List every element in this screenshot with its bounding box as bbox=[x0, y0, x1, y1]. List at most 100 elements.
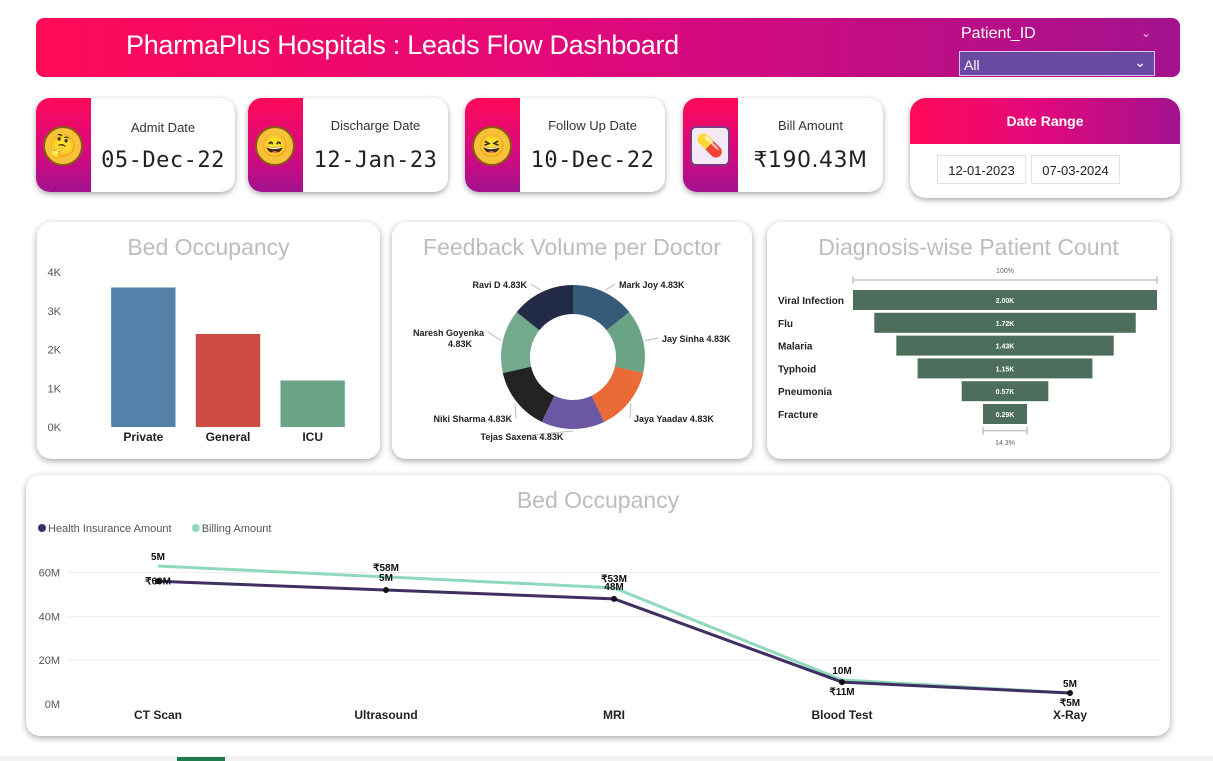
x-tick-label: CT Scan bbox=[134, 708, 182, 722]
slice-label: Jaya Yaadav 4.83K bbox=[634, 414, 714, 424]
funnel-value-label: 0.29K bbox=[996, 412, 1015, 419]
slice-label: Tejas Saxena 4.83K bbox=[481, 432, 564, 442]
medical-bill-icon: 💊 bbox=[690, 126, 730, 166]
y-tick-label: 60M bbox=[39, 568, 60, 580]
slice-label: Ravi D 4.83K bbox=[472, 280, 527, 290]
kpi-card-bill-amount: 💊 Bill Amount ₹190.43M bbox=[683, 98, 883, 192]
funnel-category-label: Flu bbox=[778, 319, 793, 330]
page-tab-strip bbox=[0, 756, 1213, 761]
date-range-end[interactable]: 07-03-2024 bbox=[1031, 155, 1120, 184]
slice-label: Naresh Goyenka bbox=[413, 328, 485, 338]
data-label: 5M bbox=[379, 573, 393, 584]
data-label: ₹11M bbox=[829, 687, 854, 698]
data-point bbox=[839, 679, 845, 686]
slice-label: Mark Joy 4.83K bbox=[619, 280, 685, 290]
patient-id-dropdown[interactable]: All ⌄ bbox=[959, 51, 1155, 76]
bar-icu bbox=[280, 380, 345, 427]
feedback-volume-chart: Mark Joy 4.83K Jay Sinha 4.83K Jaya Yaadav… bbox=[413, 280, 731, 442]
patient-id-slicer-label: Patient_ID bbox=[961, 25, 1036, 42]
chevron-down-icon: ⌄ bbox=[1134, 54, 1146, 70]
data-point bbox=[611, 595, 617, 602]
date-range-start[interactable]: 12-01-2023 bbox=[937, 155, 1026, 184]
x-tick-label: ICU bbox=[302, 430, 323, 444]
x-tick-label: Ultrasound bbox=[354, 708, 417, 722]
laughing-face-icon: 😆 bbox=[472, 126, 512, 166]
leader-line bbox=[514, 403, 517, 419]
x-tick-label: Private bbox=[123, 430, 163, 444]
kpi-value: 10-Dec-22 bbox=[530, 148, 655, 173]
data-label: 10M bbox=[832, 666, 851, 677]
funnel-value-label: 1.72K bbox=[996, 321, 1015, 328]
patient-id-dropdown-value: All bbox=[964, 57, 980, 73]
y-tick-label: 3K bbox=[48, 306, 62, 318]
chevron-down-icon[interactable]: ⌄ bbox=[1141, 26, 1151, 40]
bed-occupancy-line-chart: Health Insurance Amount Billing Amount 0M 2… bbox=[38, 523, 1161, 722]
date-range-title: Date Range bbox=[910, 98, 1180, 144]
data-label: ₹60M bbox=[145, 576, 171, 587]
y-tick-label: 1K bbox=[48, 383, 62, 395]
bar-private bbox=[111, 287, 176, 427]
funnel-value-label: 1.15K bbox=[996, 366, 1015, 373]
legend-label: Billing Amount bbox=[202, 523, 272, 535]
leader-line bbox=[604, 283, 616, 291]
y-tick-label: 20M bbox=[39, 655, 60, 667]
date-range-slicer: Date Range 12-01-2023 07-03-2024 bbox=[910, 98, 1180, 198]
page-title: PharmaPlus Hospitals : Leads Flow Dashbo… bbox=[126, 30, 679, 60]
data-label: 48M bbox=[604, 582, 623, 593]
y-tick-label: 0K bbox=[48, 422, 62, 434]
bed-occupancy-line-card: Bed Occupancy Health Insurance Amount Bil… bbox=[26, 475, 1170, 736]
funnel-category-label: Fracture bbox=[778, 410, 818, 421]
slice-label: Niki Sharma 4.83K bbox=[433, 414, 512, 424]
data-point bbox=[1067, 690, 1073, 697]
legend-marker bbox=[191, 524, 200, 532]
smiling-face-icon: 😄 bbox=[255, 126, 295, 166]
funnel-top-percent: 100% bbox=[996, 268, 1014, 275]
slice-label: Jay Sinha 4.83K bbox=[662, 334, 731, 344]
diagnosis-patient-count-card: Diagnosis-wise Patient Count 100% 2.00K Vi… bbox=[767, 222, 1170, 459]
x-tick-label: Blood Test bbox=[811, 708, 872, 722]
kpi-value: 12-Jan-23 bbox=[313, 148, 438, 173]
y-tick-label: 40M bbox=[39, 611, 60, 623]
leader-line bbox=[487, 331, 502, 341]
legend-marker bbox=[38, 524, 46, 532]
bar-general bbox=[195, 334, 261, 427]
data-label: 5M bbox=[1063, 679, 1077, 690]
data-label: 5M bbox=[151, 552, 165, 563]
dashboard-header: PharmaPlus Hospitals : Leads Flow Dashbo… bbox=[36, 18, 1180, 77]
diagnosis-funnel-chart: 100% 2.00K Viral Infection 1.72K Flu 1.43K Mal… bbox=[778, 268, 1158, 447]
bed-occupancy-chart: 0K 1K 2K 3K 4K Private General ICU bbox=[48, 267, 345, 444]
data-point bbox=[383, 587, 389, 594]
y-tick-label: 2K bbox=[48, 345, 62, 357]
funnel-value-label: 0.57K bbox=[996, 389, 1015, 396]
funnel-value-label: 1.43K bbox=[996, 344, 1015, 351]
funnel-bottom-percent: 14.3% bbox=[995, 440, 1015, 447]
kpi-label: Admit Date bbox=[130, 120, 196, 135]
kpi-value: ₹190.43M bbox=[753, 148, 868, 173]
kpi-label: Bill Amount bbox=[777, 118, 844, 133]
leader-line bbox=[530, 283, 542, 291]
bed-occupancy-card: Bed Occupancy 0K 1K 2K 3K 4K Private General IC… bbox=[37, 222, 380, 459]
kpi-card-discharge-date: 😄 Discharge Date 12-Jan-23 bbox=[248, 98, 448, 192]
slice-label: 4.83K bbox=[448, 339, 473, 349]
kpi-card-admit-date: 🤔 Admit Date 05-Dec-22 bbox=[36, 98, 235, 192]
y-tick-label: 0M bbox=[45, 699, 60, 711]
y-tick-label: 4K bbox=[48, 267, 62, 279]
leader-line bbox=[645, 337, 659, 342]
kpi-card-follow-up-date: 😆 Follow Up Date 10-Dec-22 bbox=[465, 98, 665, 192]
kpi-label: Discharge Date bbox=[330, 118, 421, 133]
funnel-category-label: Typhoid bbox=[778, 364, 816, 375]
thinking-face-icon: 🤔 bbox=[43, 126, 83, 166]
leader-line bbox=[629, 403, 632, 419]
x-tick-label: MRI bbox=[603, 708, 625, 722]
legend-label: Health Insurance Amount bbox=[48, 523, 172, 535]
kpi-value: 05-Dec-22 bbox=[101, 148, 225, 173]
funnel-value-label: 2.00K bbox=[996, 298, 1015, 305]
x-tick-label: General bbox=[206, 430, 251, 444]
funnel-category-label: Pneumonia bbox=[778, 387, 832, 398]
kpi-label: Follow Up Date bbox=[548, 118, 637, 133]
funnel-category-label: Viral Infection bbox=[778, 296, 844, 307]
active-page-tab[interactable] bbox=[177, 757, 225, 761]
feedback-volume-card: Feedback Volume per Doctor Mark Joy 4.83… bbox=[392, 222, 752, 459]
x-tick-label: X-Ray bbox=[1053, 708, 1087, 722]
funnel-category-label: Malaria bbox=[778, 342, 813, 353]
